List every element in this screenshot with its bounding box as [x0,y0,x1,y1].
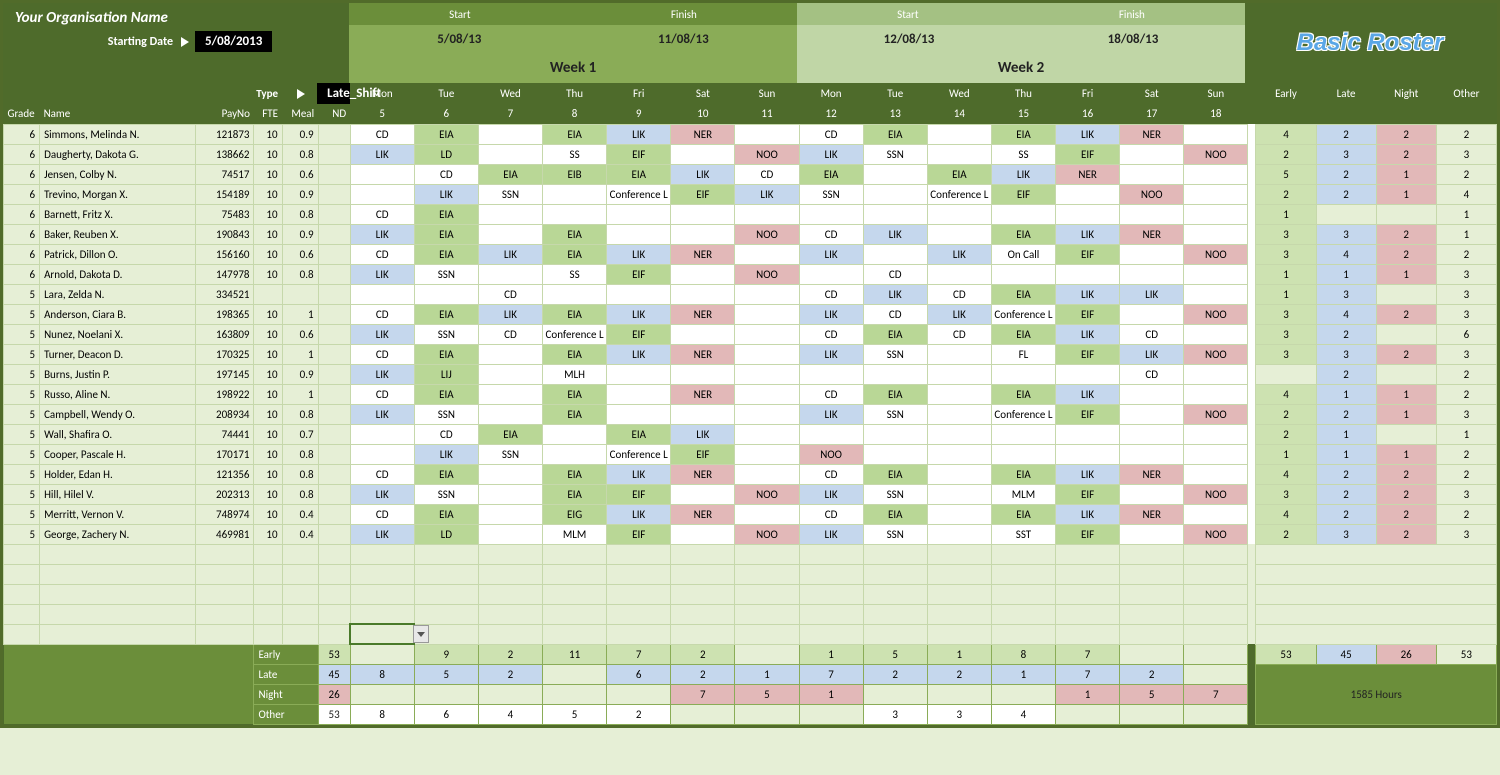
table-row[interactable]: 6Barnett, Fritz X.75483100.8CDEIA11 [4,204,1497,224]
table-row[interactable]: 6Jensen, Colby N.74517100.6CDEIAEIBEIALI… [4,164,1497,184]
brand-title: Basic Roster [1245,3,1495,83]
table-row[interactable]: 6Arnold, Dakota D.147978100.8LIKSSNSSEIF… [4,264,1497,284]
type-input[interactable]: Late_Shift [317,83,351,104]
table-row[interactable]: 5Turner, Deacon D.170325101CDEIAEIALIKNE… [4,344,1497,364]
table-row[interactable]: 6Daugherty, Dakota G.138662100.8LIKLDSSE… [4,144,1497,164]
week2-title: Week 2 [797,53,1245,83]
table-row[interactable]: 5Holder, Edan H.121356100.8CDEIAEIALIKNE… [4,464,1497,484]
week1-header: StartFinish 5/08/1311/08/13 Week 1 [349,3,797,83]
table-row[interactable]: 5Wall, Shafira O.74441100.7CDEIAEIALIK21… [4,424,1497,444]
table-row[interactable]: 6Baker, Reuben X.190843100.9LIKEIAEIANOO… [4,224,1497,244]
roster-table[interactable]: TypeLate_ShiftMonTueWedThuFriSatSunMonTu… [3,83,1497,725]
table-row[interactable]: 5Merritt, Vernon V.748974100.4CDEIAEIGLI… [4,504,1497,524]
table-row[interactable]: 5Lara, Zelda N.334521CDCDLIKCDEIALIKLIK1… [4,284,1497,304]
starting-date-input[interactable]: 5/08/2013 [195,31,272,52]
week1-title: Week 1 [349,53,797,83]
starting-date-label: Starting Date [15,35,173,49]
triangle-icon [181,37,189,47]
roster-app: Your Organisation Name Starting Date 5/0… [0,0,1500,728]
top-header: Your Organisation Name Starting Date 5/0… [3,3,1497,83]
table-row[interactable]: 6Trevino, Morgan X.154189100.9LIKSSNConf… [4,184,1497,204]
table-row[interactable]: 5Burns, Justin P.197145100.9LIKLIJMLHCD2… [4,364,1497,384]
table-row[interactable]: 5Anderson, Ciara B.198365101CDEIALIKEIAL… [4,304,1497,324]
table-row[interactable]: 5Nunez, Noelani X.163809100.6LIKSSNCDCon… [4,324,1497,344]
type-label: Type [256,87,278,100]
table-row[interactable]: 6Patrick, Dillon O.156160100.6CDEIALIKEI… [4,244,1497,264]
org-name: Your Organisation Name [15,9,337,27]
table-row[interactable]: 6Simmons, Melinda N.121873100.9CDEIAEIAL… [4,124,1497,144]
org-block: Your Organisation Name Starting Date 5/0… [3,3,349,83]
table-row[interactable]: 5Russo, Aline N.198922101CDEIAEIANERCDEI… [4,384,1497,404]
table-row[interactable]: 5Cooper, Pascale H.170171100.8LIKSSNConf… [4,444,1497,464]
table-row[interactable]: 5Hill, Hilel V.202313100.8LIKSSNEIAEIFNO… [4,484,1497,504]
table-row[interactable]: 5George, Zachery N.469981100.4LIKLDMLMEI… [4,524,1497,544]
week2-header: StartFinish 12/08/1318/08/13 Week 2 [797,3,1245,83]
selected-cell[interactable] [350,624,414,644]
total-hours: 1585 Hours [1256,664,1497,724]
dropdown-button[interactable] [413,625,429,643]
table-row[interactable]: 5Campbell, Wendy O.208934100.8LIKSSNEIAL… [4,404,1497,424]
